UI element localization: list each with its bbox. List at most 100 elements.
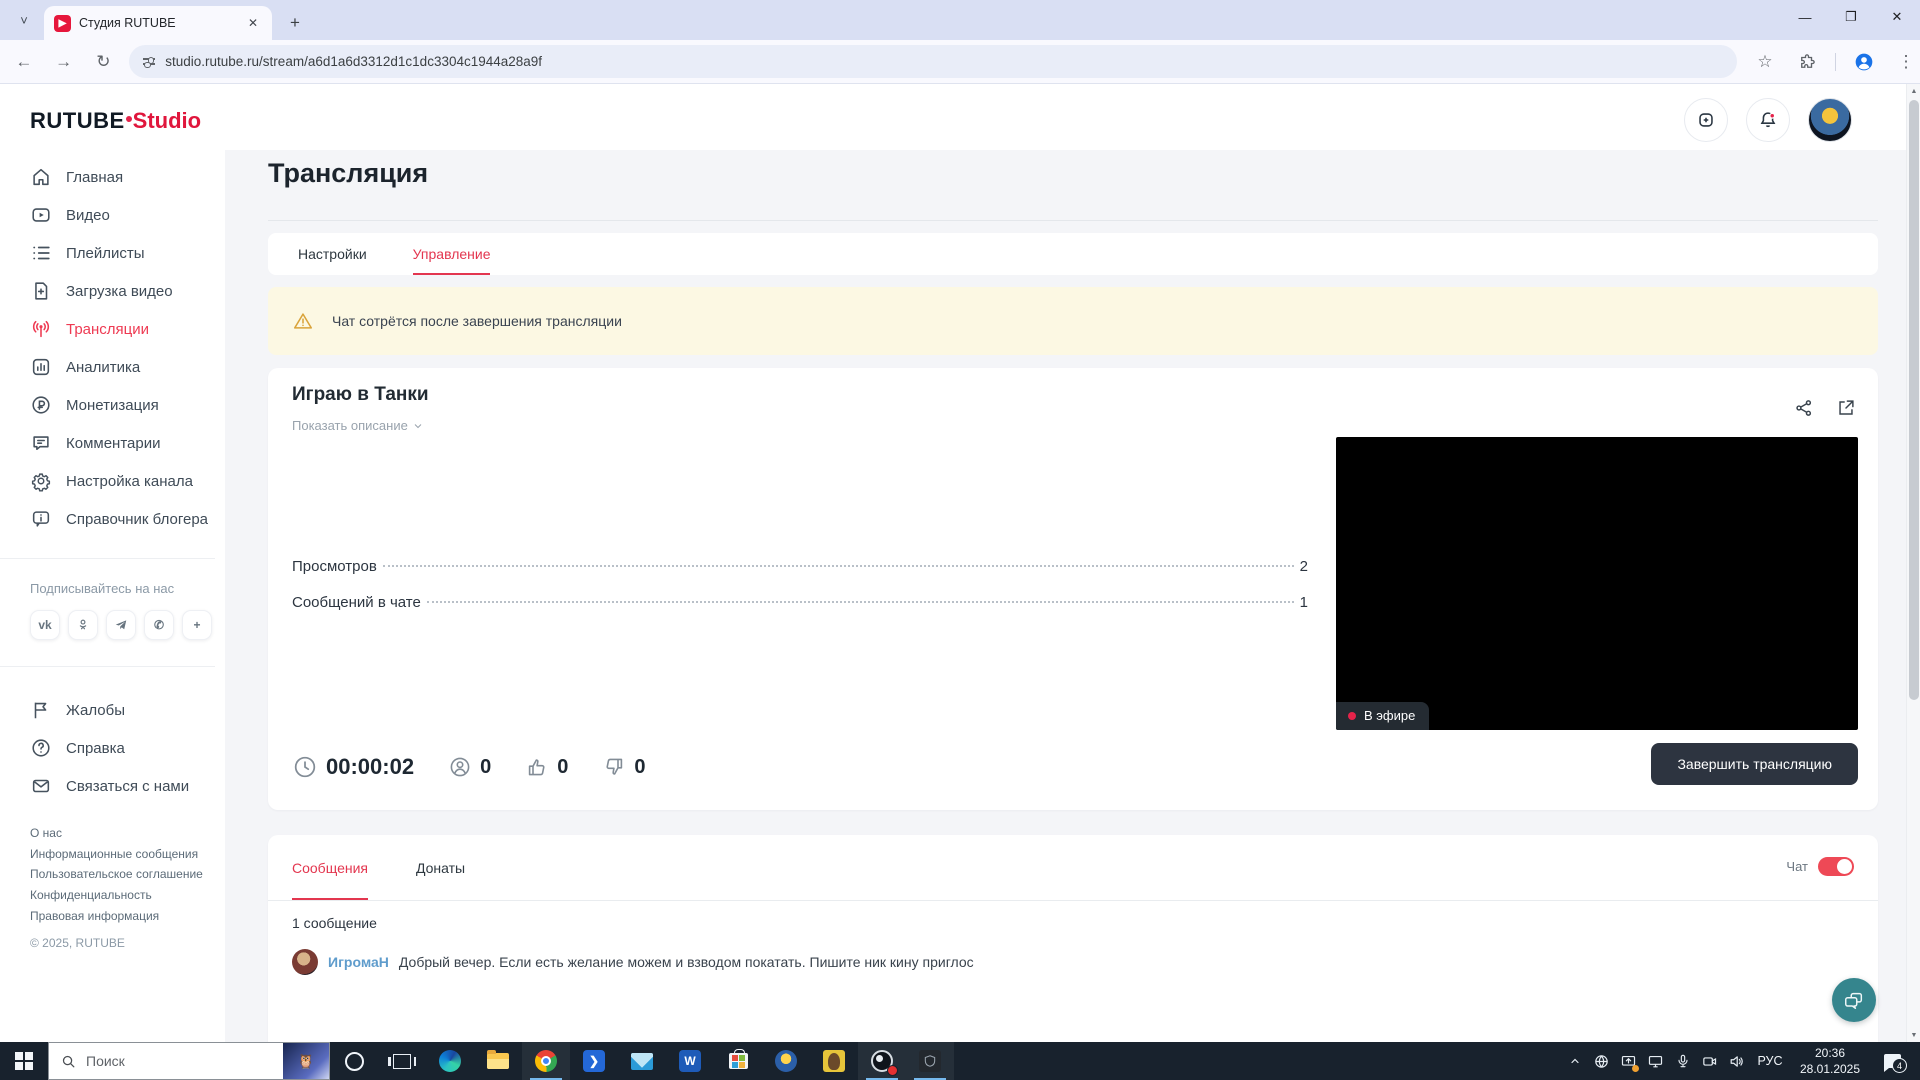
tab-messages[interactable]: Сообщения <box>292 835 368 900</box>
tab-settings[interactable]: Настройки <box>298 233 367 275</box>
tray-expand-icon[interactable] <box>1561 1042 1588 1080</box>
sidebar-item-home[interactable]: Главная <box>30 158 225 196</box>
reload-icon[interactable]: ↻ <box>88 46 120 78</box>
sidebar-item-label: Комментарии <box>66 434 161 452</box>
scrollbar-thumb[interactable] <box>1909 100 1919 700</box>
microsoft-store-button[interactable] <box>714 1042 762 1080</box>
language-indicator[interactable]: РУС <box>1750 1054 1790 1068</box>
sidebar-divider <box>0 558 215 559</box>
onedrive-icon[interactable] <box>1588 1042 1615 1080</box>
search-highlight-art[interactable]: 🦉 <box>283 1043 329 1079</box>
create-upload-button[interactable] <box>1684 98 1728 142</box>
sidebar-item-help[interactable]: Справка <box>30 729 225 767</box>
back-icon[interactable]: ← <box>8 46 40 78</box>
footer-link-privacy[interactable]: Конфиденциальность <box>30 885 225 906</box>
edge-icon <box>439 1050 461 1072</box>
action-center-button[interactable]: 4 <box>1870 1042 1914 1080</box>
footer-link-terms[interactable]: Пользовательское соглашение <box>30 864 225 885</box>
microphone-icon[interactable] <box>1669 1042 1696 1080</box>
stream-video-preview[interactable]: В эфире <box>1336 437 1858 730</box>
footer-link-about[interactable]: О нас <box>30 823 225 844</box>
show-description-toggle[interactable]: Показать описание <box>292 418 424 433</box>
obs-button[interactable] <box>858 1042 906 1080</box>
telegram-icon[interactable] <box>106 610 136 640</box>
scroll-down-icon[interactable]: ▼ <box>1907 1028 1920 1042</box>
rutube-studio-logo[interactable]: RUTUBE Studio <box>30 108 225 136</box>
extensions-icon[interactable] <box>1793 48 1821 76</box>
new-tab-button[interactable]: + <box>282 10 308 36</box>
sidebar-item-contact-us[interactable]: Связаться с нами <box>30 767 225 805</box>
start-button[interactable] <box>0 1042 48 1080</box>
rutube-favicon-icon: ▶ <box>54 14 71 32</box>
browser-menu-icon[interactable]: ⋮ <box>1892 48 1920 76</box>
close-icon[interactable]: ✕ <box>1874 0 1920 34</box>
tab-control[interactable]: Управление <box>412 233 490 275</box>
edge-button[interactable] <box>426 1042 474 1080</box>
bookmark-star-icon[interactable]: ☆ <box>1751 48 1779 76</box>
sidebar-item-comments[interactable]: Комментарии <box>30 424 225 462</box>
sidebar-item-complaints[interactable]: Жалобы <box>30 691 225 729</box>
tab-search-button[interactable]: ˅ <box>10 6 38 34</box>
viewer-icon <box>448 755 472 779</box>
open-external-icon[interactable] <box>1832 394 1860 422</box>
sidebar-item-analytics[interactable]: Аналитика <box>30 348 225 386</box>
notifications-bell-icon[interactable] <box>1746 98 1790 142</box>
app-avatar-button[interactable] <box>762 1042 810 1080</box>
sidebar-item-channel-settings[interactable]: Настройка канала <box>30 462 225 500</box>
stat-label: Просмотров <box>292 558 377 575</box>
help-icon <box>30 737 52 759</box>
main-content: Трансляция Настройки Управление Чат сотр… <box>225 150 1906 1042</box>
taskbar-clock[interactable]: 20:36 28.01.2025 <box>1790 1045 1870 1077</box>
sidebar-item-upload[interactable]: Загрузка видео <box>30 272 225 310</box>
vk-icon[interactable]: vk <box>30 610 60 640</box>
profile-icon[interactable] <box>1850 48 1878 76</box>
app-blue-arrow-button[interactable]: ❯ <box>570 1042 618 1080</box>
cortana-button[interactable] <box>330 1042 378 1080</box>
odnoklassniki-icon[interactable] <box>68 610 98 640</box>
taskbar-search[interactable]: Поиск 🦉 <box>48 1042 330 1080</box>
chat-user-avatar[interactable] <box>292 949 318 975</box>
app-game-button[interactable] <box>810 1042 858 1080</box>
page-scrollbar[interactable]: ▲ ▼ <box>1906 84 1920 1042</box>
support-chat-button[interactable] <box>1832 978 1876 1022</box>
warning-icon <box>292 310 314 332</box>
viber-icon[interactable]: ✆ <box>144 610 174 640</box>
chrome-button[interactable] <box>522 1042 570 1080</box>
footer-link-legal[interactable]: Правовая информация <box>30 906 225 927</box>
tab-close-icon[interactable]: ✕ <box>244 14 262 32</box>
browser-tab[interactable]: ▶ Студия RUTUBE ✕ <box>44 6 272 40</box>
camera-icon[interactable] <box>1696 1042 1723 1080</box>
sidebar-item-broadcasts[interactable]: Трансляции <box>30 310 225 348</box>
user-avatar[interactable] <box>1808 98 1852 142</box>
sidebar-item-label: Монетизация <box>66 396 159 414</box>
settings-icon <box>30 470 52 492</box>
sidebar-item-blogger-guide[interactable]: Справочник блогера <box>30 500 225 538</box>
mail-button[interactable] <box>618 1042 666 1080</box>
cast-screen-icon[interactable] <box>1615 1042 1642 1080</box>
forward-icon[interactable]: → <box>48 46 80 78</box>
share-icon[interactable] <box>1790 394 1818 422</box>
address-bar[interactable]: studio.rutube.ru/stream/a6d1a6d3312d1c1d… <box>129 45 1737 78</box>
footer-link-info[interactable]: Информационные сообщения <box>30 844 225 865</box>
world-of-tanks-button[interactable] <box>906 1042 954 1080</box>
file-explorer-button[interactable] <box>474 1042 522 1080</box>
tab-donations[interactable]: Донаты <box>416 835 465 900</box>
sidebar-item-monetization[interactable]: Монетизация <box>30 386 225 424</box>
chat-author[interactable]: ИгромаН <box>328 954 389 970</box>
sidebar-item-playlists[interactable]: Плейлисты <box>30 234 225 272</box>
maximize-icon[interactable]: ❐ <box>1828 0 1874 34</box>
end-stream-button[interactable]: Завершить трансляцию <box>1651 743 1858 785</box>
chat-tabs: Сообщения Донаты <box>268 835 1878 901</box>
minimize-icon[interactable]: — <box>1782 0 1828 34</box>
task-view-button[interactable] <box>378 1042 426 1080</box>
more-socials-icon[interactable]: + <box>182 610 212 640</box>
scroll-up-icon[interactable]: ▲ <box>1907 84 1920 98</box>
thumb-up-icon <box>525 755 549 779</box>
chat-toggle-switch[interactable] <box>1818 857 1854 876</box>
word-button[interactable]: W <box>666 1042 714 1080</box>
site-settings-icon[interactable] <box>143 57 156 68</box>
dotted-leader <box>382 565 1294 567</box>
sidebar-item-video[interactable]: Видео <box>30 196 225 234</box>
display-icon[interactable] <box>1642 1042 1669 1080</box>
speaker-icon[interactable] <box>1723 1042 1750 1080</box>
